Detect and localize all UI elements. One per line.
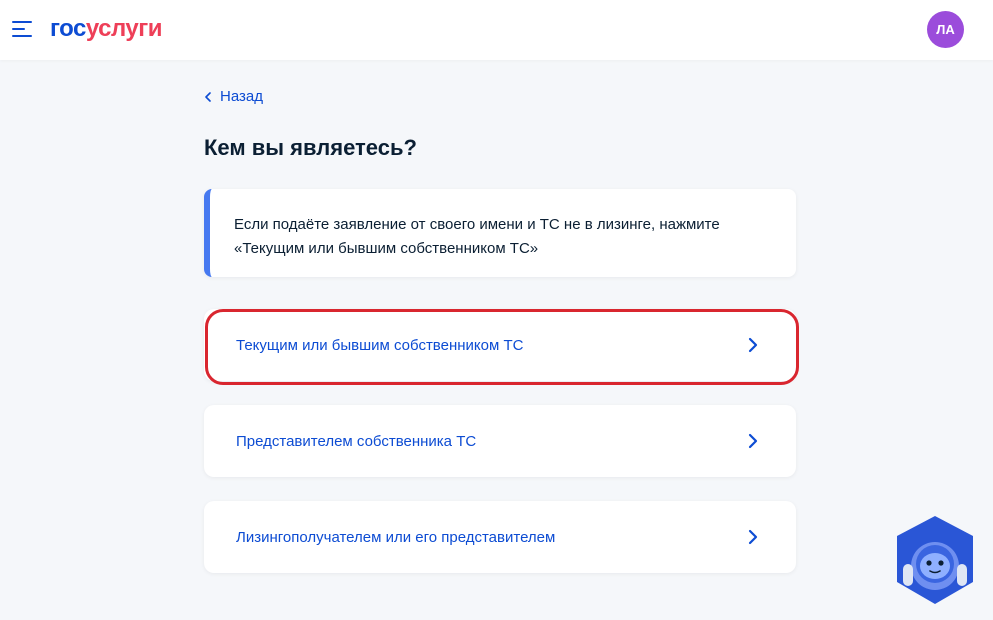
gosuslugi-logo[interactable]: госуслуги [50,14,163,44]
option-current-owner[interactable]: Текущим или бывшим собственником ТС [204,309,796,381]
back-label: Назад [220,88,263,105]
chevron-left-icon [205,91,211,102]
top-header: госуслуги ЛА [0,0,993,60]
option-label: Текущим или бывшим собственником ТС [236,336,524,354]
option-label: Представителем собственника ТС [236,432,477,450]
logo-text-part1: гос [50,15,86,42]
chevron-right-icon [748,529,758,545]
option-label: Лизингополучателем или его представителе… [236,528,556,546]
page-title: Кем вы являетесь? [204,135,417,160]
menu-icon[interactable] [12,18,34,40]
assistant-bot-icon[interactable] [893,514,977,606]
avatar[interactable]: ЛА [927,11,964,48]
info-hint: Если подаёте заявление от своего имени и… [204,189,796,277]
back-link[interactable]: Назад [204,88,263,105]
chevron-right-icon [748,337,758,353]
option-owner-representative[interactable]: Представителем собственника ТС [204,405,796,477]
chevron-right-icon [748,433,758,449]
logo-text-part2: услуги [85,15,163,42]
option-lessee[interactable]: Лизингополучателем или его представителе… [204,501,796,573]
